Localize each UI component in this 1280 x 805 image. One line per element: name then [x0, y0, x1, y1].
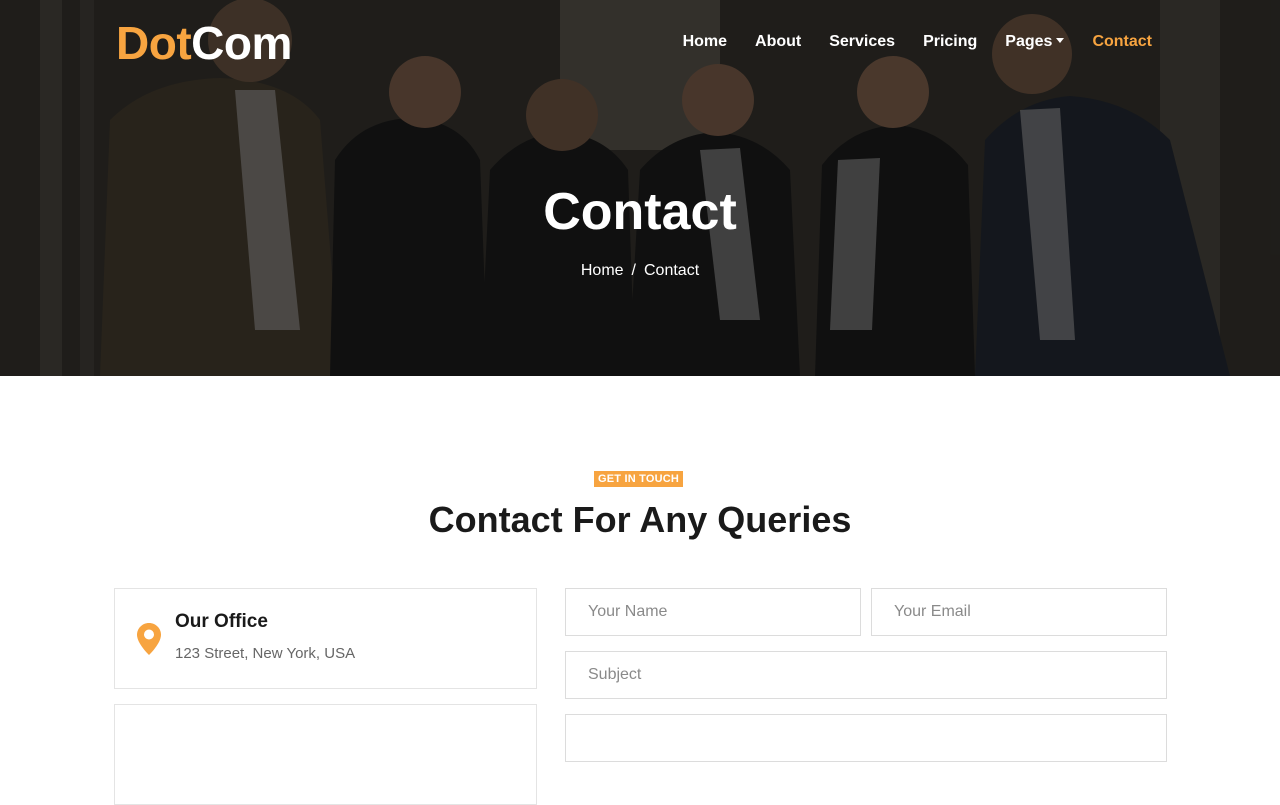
page-title: Contact: [543, 183, 737, 241]
name-field[interactable]: [565, 588, 861, 636]
hero-banner: DotCom Home About Services Pricing Pages…: [0, 0, 1280, 376]
nav-pages-dropdown[interactable]: Pages: [1005, 30, 1065, 54]
section-title: Contact For Any Queries: [428, 499, 852, 540]
section-tag: GET IN TOUCH: [594, 471, 684, 487]
brand-logo[interactable]: DotCom: [116, 18, 292, 68]
breadcrumb: Home / Contact: [0, 260, 1280, 282]
office-info-card: Our Office 123 Street, New York, USA: [114, 588, 537, 689]
nav-about[interactable]: About: [755, 30, 801, 54]
email-field[interactable]: [871, 588, 1167, 636]
office-title: Our Office: [175, 611, 268, 632]
info-card-2: [114, 704, 537, 805]
nav-pages-label: Pages: [1005, 33, 1053, 50]
map-pin-icon: [137, 623, 161, 655]
message-field[interactable]: [565, 714, 1167, 762]
subject-field[interactable]: [565, 651, 1167, 699]
office-address: 123 Street, New York, USA: [175, 645, 356, 662]
breadcrumb-separator: /: [631, 262, 636, 279]
nav-home[interactable]: Home: [683, 30, 727, 54]
nav-contact[interactable]: Contact: [1092, 30, 1152, 54]
brand-logo-part2: Com: [191, 17, 292, 69]
nav-services[interactable]: Services: [829, 30, 895, 54]
main-nav: Home About Services Pricing Pages Contac…: [683, 30, 1152, 54]
nav-pricing[interactable]: Pricing: [923, 30, 977, 54]
chevron-down-icon: [1056, 38, 1065, 43]
breadcrumb-home[interactable]: Home: [581, 262, 624, 279]
brand-logo-part1: Dot: [116, 17, 192, 69]
breadcrumb-current: Contact: [644, 262, 700, 279]
